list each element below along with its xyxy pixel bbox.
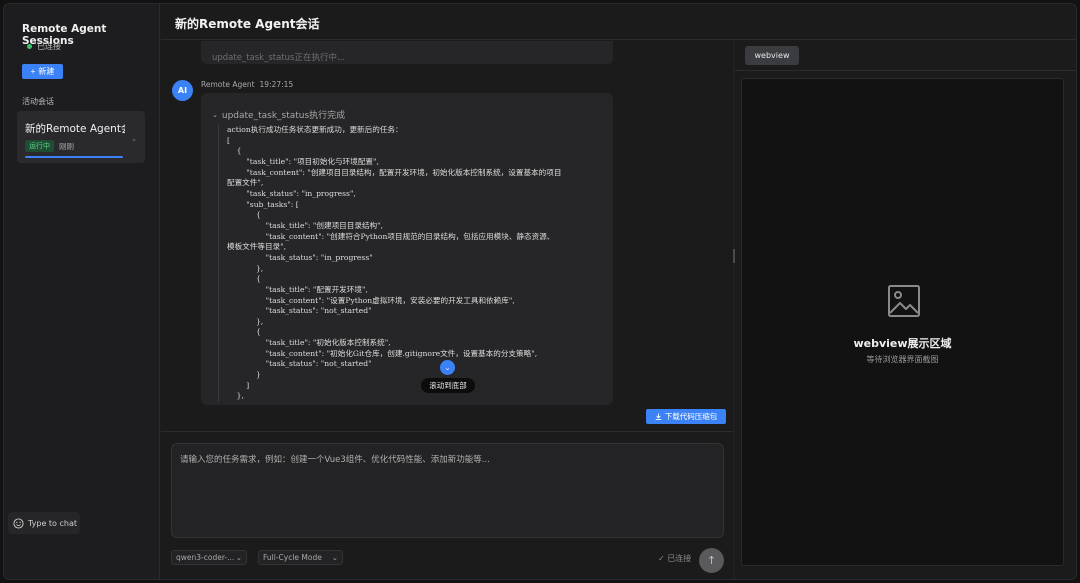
mode-select-value: Full-Cycle Mode [263, 553, 322, 562]
session-progress-bar [25, 156, 123, 158]
splitter-handle[interactable] [733, 249, 735, 263]
send-button[interactable]: ↑ [699, 548, 724, 573]
scroll-to-bottom-button[interactable]: ⌄ [440, 360, 455, 375]
webview-area: webview展示区域 等待浏览器界面截图 [741, 78, 1064, 566]
chevron-down-icon[interactable]: ⌄ [131, 135, 137, 143]
type-to-chat-label: Type to chat [28, 518, 77, 528]
chevron-down-icon: ⌄ [444, 363, 451, 372]
type-to-chat-button[interactable]: Type to chat [8, 512, 80, 534]
composer: qwen3-coder-... ⌄ Full-Cycle Mode ⌄ ✓ 已连… [161, 431, 733, 579]
composer-connection-label: 已连接 [667, 554, 692, 563]
session-item[interactable]: 新的Remote Agent会话 ⌄ 运行中 刚刚 [17, 111, 145, 163]
previous-message-text: update_task_status正在执行中... [212, 53, 346, 63]
download-code-button[interactable]: 下载代码压缩包 [646, 409, 726, 424]
download-code-label: 下载代码压缩包 [664, 412, 718, 421]
message-timestamp: 19:27:15 [259, 80, 294, 89]
arrow-up-icon: ↑ [706, 554, 717, 567]
panel-splitter[interactable] [733, 41, 735, 579]
webview-header: webview [735, 41, 1076, 71]
connection-status: 已连接 [27, 41, 61, 52]
message-meta: Remote Agent 19:27:15 [201, 80, 293, 89]
new-session-label: 新建 [38, 67, 55, 76]
chat-messages[interactable]: update_task_status正在执行中... AI Remote Age… [161, 41, 733, 431]
tab-webview[interactable]: webview [745, 46, 799, 65]
chevron-down-icon: ⌄ [235, 553, 242, 562]
previous-message: update_task_status正在执行中... [201, 41, 613, 64]
new-session-button[interactable]: + 新建 [22, 64, 63, 79]
image-placeholder-icon [888, 285, 920, 317]
webview-title: webview展示区域 [853, 337, 952, 350]
download-icon [655, 413, 662, 420]
tool-result-code: action执行成功任务状态更新成功，更新后的任务： [ { "task_tit… [218, 125, 610, 403]
message-bubble: ⌄ update_task_status执行完成 action执行成功任务状态更… [201, 93, 613, 405]
status-badge: 运行中 [25, 140, 54, 152]
session-time: 刚刚 [59, 142, 74, 151]
sidebar: Remote Agent Sessions 已连接 + 新建 活动会话 新的Re… [4, 4, 160, 579]
smile-icon [13, 517, 24, 529]
tool-result-summary: update_task_status执行完成 [221, 111, 346, 121]
chevron-down-icon: ⌄ [212, 110, 218, 119]
page-title: 新的Remote Agent会话 [175, 17, 320, 31]
task-input[interactable] [171, 443, 724, 538]
plus-icon: + [30, 67, 36, 76]
avatar: AI [172, 80, 193, 101]
page-header: 新的Remote Agent会话 [161, 4, 1076, 40]
active-sessions-heading: 活动会话 [22, 97, 54, 106]
model-select-value: qwen3-coder-... [176, 553, 235, 562]
status-dot-icon [27, 44, 32, 49]
session-name: 新的Remote Agent会话 [25, 123, 125, 135]
composer-connection-status: ✓ 已连接 [658, 553, 691, 564]
model-select[interactable]: qwen3-coder-... ⌄ [171, 550, 247, 565]
check-icon: ✓ [658, 554, 665, 563]
chevron-down-icon: ⌄ [331, 553, 338, 562]
webview-subtitle: 等待浏览器界面截图 [866, 355, 939, 364]
mode-select[interactable]: Full-Cycle Mode ⌄ [258, 550, 343, 565]
tool-result-toggle[interactable]: ⌄ update_task_status执行完成 [212, 108, 346, 122]
connection-status-label: 已连接 [37, 42, 61, 51]
scroll-to-bottom-tooltip: 滚动到底部 [421, 378, 475, 393]
message-sender: Remote Agent [201, 80, 255, 89]
